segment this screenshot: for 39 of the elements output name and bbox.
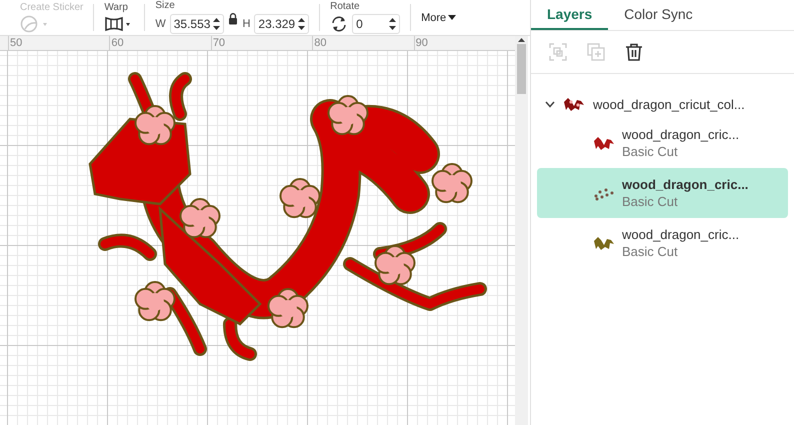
chevron-icon[interactable] [545, 100, 555, 108]
layer-item[interactable]: wood_dragon_cric... Basic Cut [537, 168, 788, 218]
create-sticker-label: Create Sticker [20, 2, 84, 13]
stepper-arrows-icon[interactable] [213, 17, 220, 31]
size-label: Size [155, 0, 176, 11]
rotate-icon[interactable] [330, 16, 348, 32]
rotate-label: Rotate [330, 1, 361, 12]
scroll-thumb[interactable] [517, 44, 526, 94]
delete-icon[interactable] [625, 43, 643, 61]
layer-name: wood_dragon_cric... [622, 177, 748, 192]
more-button[interactable]: More [411, 12, 466, 24]
ruler-label: 70 [210, 36, 312, 50]
panel-tab[interactable]: Layers [531, 0, 608, 30]
layer-name: wood_dragon_cric... [622, 127, 740, 142]
width-field[interactable]: 35.553 [170, 14, 224, 34]
layer-item[interactable]: wood_dragon_cric... Basic Cut [537, 218, 788, 268]
dragon-drawing[interactable] [88, 72, 487, 361]
rotate-field[interactable]: 0 [352, 14, 400, 34]
width-label: W [155, 18, 166, 30]
height-label: H [242, 18, 250, 30]
layer-operation: Basic Cut [622, 244, 679, 259]
height-field[interactable]: 23.329 [254, 14, 310, 34]
ruler-label: 80 [312, 36, 414, 50]
caret-icon [448, 15, 456, 20]
layer-name: wood_dragon_cric... [622, 227, 740, 242]
scroll-up-icon[interactable] [515, 36, 528, 44]
layer-group-name[interactable]: wood_dragon_cricut_col... [593, 96, 745, 112]
scrollbar[interactable] [515, 36, 528, 425]
panel-tab[interactable]: Color Sync [608, 0, 709, 30]
ruler-label: 60 [109, 36, 211, 50]
lock-icon[interactable] [228, 13, 238, 25]
stepper-arrows-icon[interactable] [389, 17, 396, 31]
layer-operation: Basic Cut [622, 194, 679, 209]
layer-item[interactable]: wood_dragon_cric... Basic Cut [537, 118, 788, 168]
stepper-arrows-icon[interactable] [298, 17, 306, 31]
ruler-label: 50 [8, 36, 110, 50]
warp-label: Warp [104, 2, 129, 13]
layer-operation: Basic Cut [622, 144, 679, 159]
dragon-thumbnail-icon [563, 96, 585, 112]
